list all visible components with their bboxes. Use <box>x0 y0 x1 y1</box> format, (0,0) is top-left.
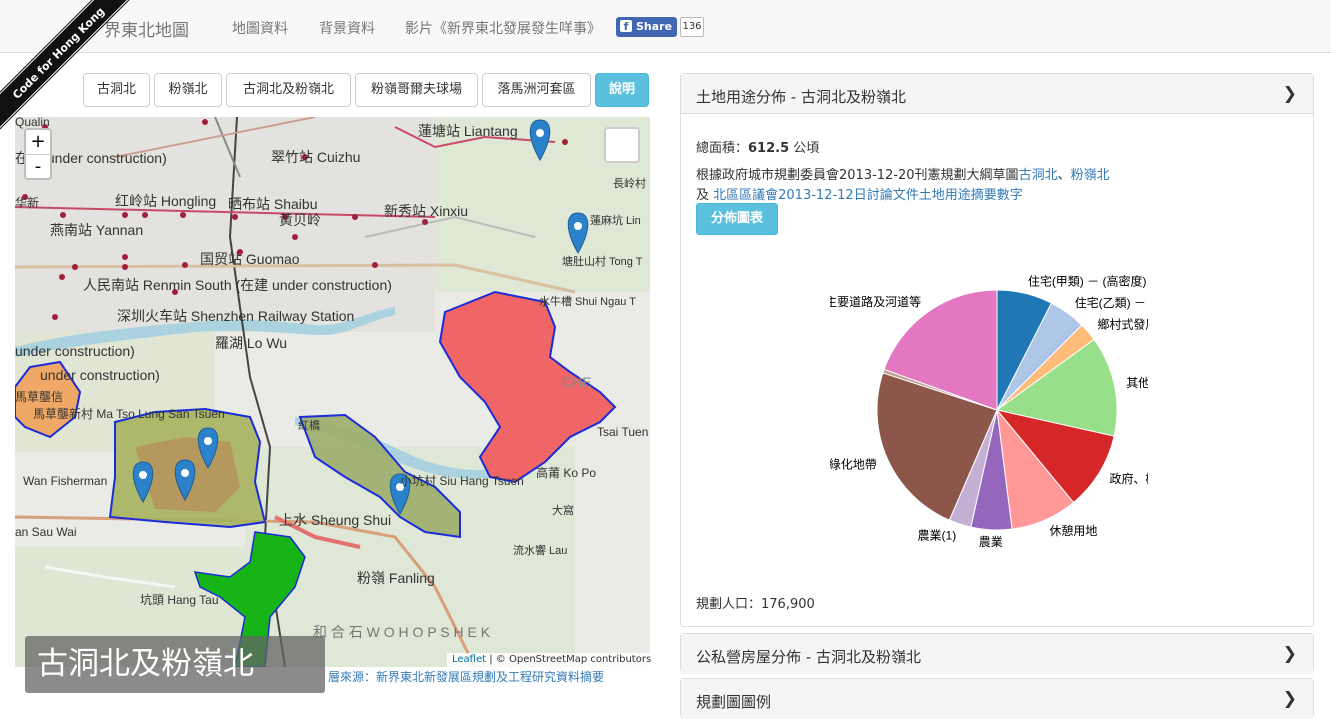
map-canvas[interactable]: 蓮塘站 Liantang 在建 under construction) 翠竹站 … <box>15 117 650 667</box>
map-label: 紅橋 <box>298 418 320 432</box>
leaflet-link[interactable]: Leaflet <box>452 654 486 665</box>
map-label: 蓮塘站 Liantang <box>418 123 518 139</box>
map-area-title: 古洞北及粉嶺北 <box>25 636 325 693</box>
map-label: CHE <box>562 374 592 390</box>
pie-label: 綠化地帶 <box>830 457 877 471</box>
chevron-right-icon: ❯ <box>1282 84 1297 104</box>
area-button-golf-course[interactable]: 粉嶺哥爾夫球場 <box>355 73 478 107</box>
link-district-council[interactable]: 北區區議會2013-12-12日討論文件土地用途摘要數字 <box>713 188 1023 203</box>
chevron-right-icon: ❯ <box>1282 644 1297 664</box>
chevron-right-icon: ❯ <box>1282 689 1297 709</box>
nav-video[interactable]: 影片《新界東北發展發生咩事》 <box>405 18 601 38</box>
zoom-out-button[interactable]: - <box>26 154 50 178</box>
map-label: 水牛槽 Shui Ngau T <box>539 294 636 308</box>
map-label: 华新 <box>15 195 39 210</box>
map-label: 羅湖 Lo Wu <box>215 335 287 351</box>
map-label: 蓮麻坑 Lin <box>590 213 641 227</box>
map-label: under construction) <box>15 343 135 359</box>
pie-label: 農業 <box>979 535 1003 549</box>
area-button-combined[interactable]: 古洞北及粉嶺北 <box>226 73 351 107</box>
layers-control[interactable] <box>604 127 640 163</box>
landuse-pie-chart: 住宅(甲類) － (高密度) 住宅(乙類) － (中密度) 鄉村式發展其他指定政府、… <box>830 250 1148 555</box>
zoom-in-button[interactable]: + <box>26 130 50 154</box>
map-label: Tsai Tuen <box>597 425 648 439</box>
map-labels: 蓮塘站 Liantang 在建 under construction) 翠竹站 … <box>15 117 648 640</box>
map-label: 粉嶺 Fanling <box>357 570 435 586</box>
landuse-description: 根據政府城市規劃委員會2013-12-20刊憲規劃大綱草圖古洞北、粉嶺北 <box>696 168 1110 183</box>
map-label: an Sau Wai <box>15 525 77 539</box>
map-label: under construction) <box>40 367 160 383</box>
pie-svg: 住宅(甲類) － (高密度) 住宅(乙類) － (中密度) 鄉村式發展其他指定政府、… <box>830 274 1148 549</box>
pie-label: 鄉村式發展 <box>1097 316 1148 331</box>
legend-panel-header[interactable]: 規劃圖圖例 ❯ <box>681 679 1313 719</box>
top-navbar: 界東北地圖 地圖資料 背景資料 影片《新界東北發展發生咩事》 f Share 13… <box>0 0 1331 53</box>
legend-panel[interactable]: 規劃圖圖例 ❯ <box>680 678 1314 719</box>
map-label: 红岭站 Hongling <box>115 193 216 209</box>
pie-label: 住宅(甲類) － (高密度) <box>1028 274 1147 289</box>
landuse-panel-title: 土地用途分佈 - 古洞北及粉嶺北 <box>696 88 906 106</box>
area-button-kwu-tung-north[interactable]: 古洞北 <box>83 73 150 107</box>
map-label: 和 合 石 W O H O P S H E K <box>313 624 491 640</box>
area-button-lok-ma-chau-loop[interactable]: 落馬洲河套區 <box>482 73 591 107</box>
map-label: 翠竹站 Cuizhu <box>271 149 360 165</box>
legend-panel-title: 規劃圖圖例 <box>696 693 772 711</box>
map-label: 小坑村 Siu Hang Tsuen <box>400 473 524 488</box>
link-fanling-north[interactable]: 粉嶺北 <box>1071 168 1110 183</box>
map-label: 長岭村 <box>613 176 646 190</box>
nav-map-data[interactable]: 地圖資料 <box>232 18 288 38</box>
nav-background[interactable]: 背景資料 <box>319 18 375 38</box>
link-kwu-tung-north[interactable]: 古洞北 <box>1019 168 1058 183</box>
housing-panel-header[interactable]: 公私營房屋分佈 - 古洞北及粉嶺北 ❯ <box>681 634 1313 674</box>
facebook-icon: f <box>620 20 632 33</box>
area-button-fanling-north[interactable]: 粉嶺北 <box>154 73 222 107</box>
zoom-control: + - <box>24 128 52 180</box>
share-label: Share <box>636 20 673 33</box>
map-label: Wan Fisherman <box>23 474 107 488</box>
pie-label: 住宅(乙類) － (中密度) <box>1075 295 1148 310</box>
distribution-chart-button[interactable]: 分佈圖表 <box>696 203 778 235</box>
map-source-link[interactable]: 層來源：新界東北新發展區規劃及工程研究資料摘要 <box>328 668 604 685</box>
share-count: 136 <box>680 17 704 37</box>
map-label: 大窩 <box>552 503 574 517</box>
landuse-panel-header[interactable]: 土地用途分佈 - 古洞北及粉嶺北 ❯ <box>681 74 1313 114</box>
map-label: 馬草壟信 <box>15 389 63 404</box>
pie-label: 農業(1) <box>918 529 957 543</box>
map-label: 国贸站 Guomao <box>200 251 300 267</box>
brand-title[interactable]: 界東北地圖 <box>104 16 189 41</box>
map-label: 新秀站 Xinxiu <box>384 203 468 219</box>
map-label: 人民南站 Renmin South (在建 under construction… <box>83 277 392 293</box>
map-label: 高莆 Ko Po <box>536 465 596 480</box>
map-label: 黄贝岭 <box>279 212 321 228</box>
map-label: 坑頭 Hang Tau <box>140 592 219 607</box>
pie-label: 休憩用地 <box>1049 523 1097 538</box>
pie-label: 其他指定 <box>1126 375 1148 390</box>
map-attribution: Leaflet | © OpenStreetMap contributors <box>447 653 657 667</box>
map-label: 塘肚山村 Tong T <box>562 254 643 268</box>
map-label: 上水 Sheung Shui <box>279 512 391 528</box>
housing-panel-title: 公私營房屋分佈 - 古洞北及粉嶺北 <box>696 648 921 666</box>
help-button[interactable]: 說明 <box>595 73 649 107</box>
facebook-share-button[interactable]: f Share <box>616 17 677 37</box>
map-label: 晒布站 Shaibu <box>228 196 317 212</box>
osm-credit[interactable]: | © OpenStreetMap contributors <box>489 654 651 665</box>
map-label: 深圳火车站 Shenzhen Railway Station <box>117 308 354 324</box>
total-area: 總面積：612.5 公頃 <box>696 141 820 156</box>
pie-label: 政府、機構或社 <box>1110 471 1148 486</box>
map-label: 燕南站 Yannan <box>50 222 143 238</box>
map-label: 流水響 Lau <box>513 543 567 557</box>
planned-population: 規劃人口：176,900 <box>696 597 815 612</box>
landuse-description-2: 及 北區區議會2013-12-12日討論文件土地用途摘要數字 <box>696 188 1023 203</box>
map-label: 馬草壟新村 Ma Tso Lung San Tsuen <box>33 406 225 421</box>
housing-panel[interactable]: 公私營房屋分佈 - 古洞北及粉嶺北 ❯ <box>680 633 1314 674</box>
pie-label: 主要道路及河道等 <box>830 294 921 309</box>
